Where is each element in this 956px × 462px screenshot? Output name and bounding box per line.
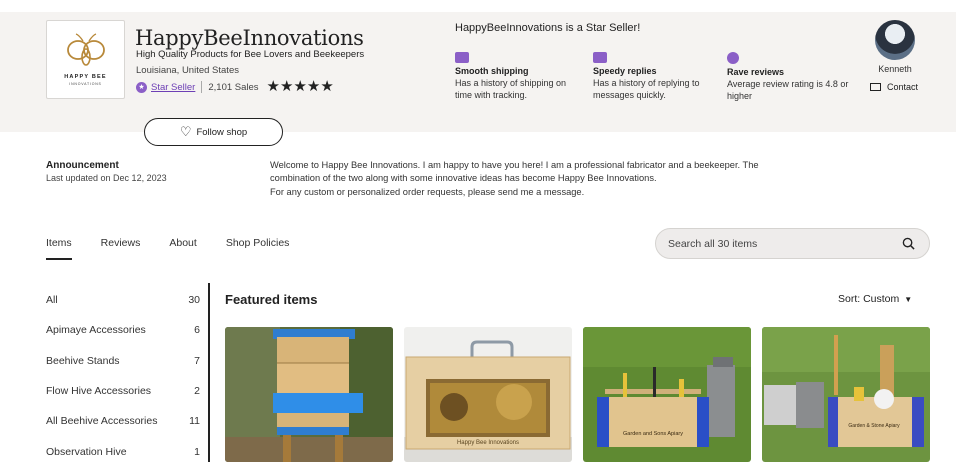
category-item-apimaye[interactable]: Apimaye Accessories 6	[46, 315, 208, 345]
category-item-flow-hive[interactable]: Flow Hive Accessories 2	[46, 376, 208, 406]
logo-subtitle: INNOVATIONS	[69, 82, 102, 86]
category-label: Apimaye Accessories	[46, 324, 146, 337]
item-photo: Garden & Stone Apiary	[762, 327, 930, 462]
feature-desc: Average review rating is 4.8 or higher	[727, 79, 849, 101]
category-item-beehive-stands[interactable]: Beehive Stands 7	[46, 346, 208, 376]
feature-title: Rave reviews	[727, 67, 785, 77]
item-engraving: Happy Bee Innovations	[457, 440, 519, 446]
category-label: Flow Hive Accessories	[46, 385, 152, 398]
follow-shop-button[interactable]: ♡ Follow shop	[144, 118, 283, 146]
search-placeholder: Search all 30 items	[668, 237, 758, 250]
sort-dropdown[interactable]: Sort: Custom ▼	[838, 293, 912, 305]
category-count: 7	[194, 354, 200, 367]
announcement-text: Welcome to Happy Bee Innovations. I am h…	[270, 159, 810, 199]
item-engraving: Garden and Sons Apiary	[623, 431, 683, 437]
seller-stats: ★ Star Seller 2,101 Sales ★★★★★	[136, 79, 334, 94]
category-count: 11	[189, 415, 200, 428]
star-badge-icon: ★	[136, 81, 147, 93]
shop-name: HappyBeeInnovations	[135, 26, 364, 50]
tab-about[interactable]: About	[169, 237, 196, 260]
owner-name[interactable]: Kenneth	[860, 64, 930, 74]
shop-tabs: Items Reviews About Shop Policies	[46, 237, 318, 260]
feature-smooth-shipping: Smooth shipping Has a history of shippin…	[455, 52, 585, 101]
rating-stars[interactable]: ★★★★★	[267, 79, 334, 94]
sort-label: Sort: Custom	[838, 293, 900, 305]
caret-down-icon: ▼	[904, 295, 913, 304]
feature-desc: Has a history of replying to messages qu…	[593, 78, 700, 100]
star-badge-icon	[727, 52, 739, 64]
contact-label: Contact	[887, 82, 919, 92]
category-item-beehive-accessories[interactable]: All Beehive Accessories 11	[46, 406, 208, 436]
item-card-beehive-stand[interactable]	[225, 327, 393, 462]
shop-tagline: High Quality Products for Bee Lovers and…	[136, 49, 365, 60]
truck-icon	[455, 52, 469, 63]
tab-reviews[interactable]: Reviews	[101, 237, 141, 260]
star-seller-link[interactable]: Star Seller	[151, 82, 195, 93]
follow-label: Follow shop	[196, 126, 248, 138]
category-active-indicator	[208, 283, 210, 462]
divider	[201, 81, 203, 93]
category-count: 30	[188, 294, 200, 307]
featured-title: Featured items	[225, 292, 318, 307]
announcement-date: Last updated on Dec 12, 2023	[46, 173, 167, 183]
feature-title: Speedy replies	[593, 66, 657, 76]
item-card-tool-caddy-stocked[interactable]: Garden & Stone Apiary	[762, 327, 930, 462]
tab-items[interactable]: Items	[46, 237, 72, 260]
category-count: 2	[194, 385, 200, 398]
announcement-line: For any custom or personalized order req…	[270, 186, 585, 197]
search-input[interactable]: Search all 30 items	[655, 228, 930, 259]
envelope-icon	[593, 52, 607, 63]
category-item-observation-hive[interactable]: Observation Hive 1	[46, 436, 208, 462]
tab-shop-policies[interactable]: Shop Policies	[226, 237, 290, 260]
category-label: Observation Hive	[46, 445, 127, 458]
category-label: All	[46, 294, 58, 307]
item-photo	[225, 327, 393, 462]
feature-desc: Has a history of shipping on time with t…	[455, 78, 567, 100]
category-label: All Beehive Accessories	[46, 415, 158, 428]
feature-title: Smooth shipping	[455, 66, 529, 76]
shop-location: Louisiana, United States	[136, 65, 239, 76]
announcement-title: Announcement	[46, 160, 119, 171]
item-card-observation-hive[interactable]: Happy Bee Innovations	[404, 327, 572, 462]
category-count: 6	[194, 324, 200, 337]
featured-items: Happy Bee Innovations Garden and Sons Ap…	[225, 327, 930, 462]
category-count: 1	[194, 445, 200, 458]
announcement-line: combination of the two along with some i…	[270, 173, 657, 184]
announcement-line: Welcome to Happy Bee Innovations. I am h…	[270, 160, 759, 170]
contact-button[interactable]: Contact	[870, 82, 918, 92]
search-icon[interactable]	[902, 237, 915, 250]
logo-title: HAPPY BEE	[64, 74, 107, 80]
bee-logo-icon	[67, 33, 105, 66]
feature-speedy-replies: Speedy replies Has a history of replying…	[593, 52, 723, 101]
heart-icon: ♡	[179, 124, 192, 139]
star-seller-title: HappyBeeInnovations is a Star Seller!	[455, 22, 641, 34]
item-engraving: Garden & Stone Apiary	[848, 423, 900, 429]
category-list: All 30 Apimaye Accessories 6 Beehive Stand…	[46, 285, 208, 462]
owner-avatar[interactable]	[875, 20, 915, 60]
category-item-all[interactable]: All 30	[46, 285, 208, 315]
category-label: Beehive Stands	[46, 354, 120, 367]
item-photo: Garden and Sons Apiary	[583, 327, 751, 462]
item-card-tool-caddy[interactable]: Garden and Sons Apiary	[583, 327, 751, 462]
shop-logo[interactable]: HAPPY BEE INNOVATIONS	[46, 20, 125, 99]
feature-rave-reviews: Rave reviews Average review rating is 4.…	[727, 52, 857, 102]
item-photo: Happy Bee Innovations	[404, 327, 572, 462]
sales-count: 2,101 Sales	[208, 81, 259, 93]
envelope-icon	[870, 83, 881, 91]
